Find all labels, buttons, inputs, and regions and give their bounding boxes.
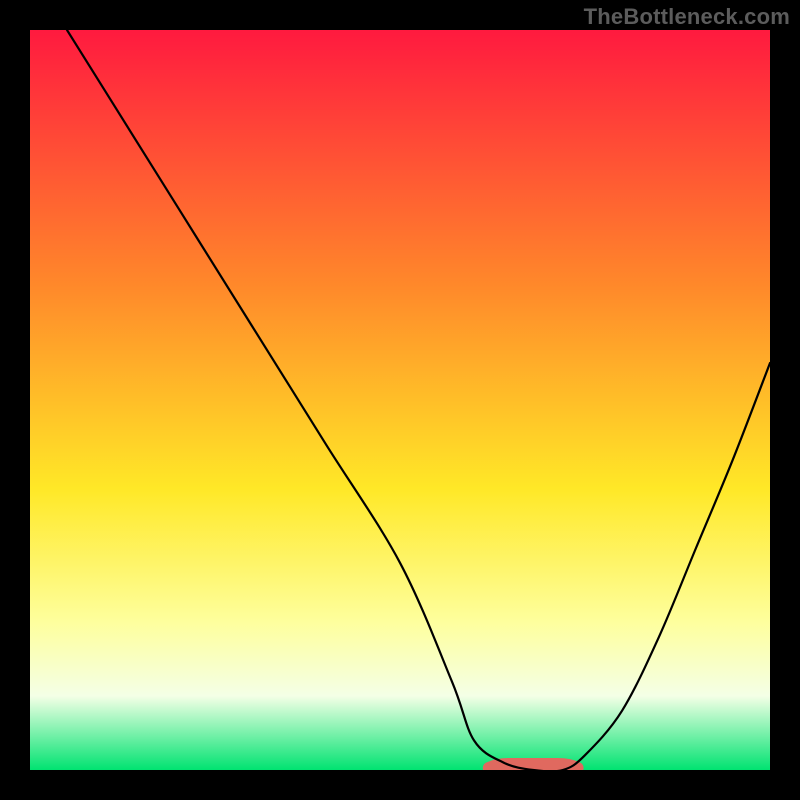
chart-container: TheBottleneck.com: [0, 0, 800, 800]
plot-area: [30, 30, 770, 770]
attribution-label: TheBottleneck.com: [584, 4, 790, 30]
flat-region-highlight: [489, 764, 578, 768]
bottleneck-chart: [0, 0, 800, 800]
